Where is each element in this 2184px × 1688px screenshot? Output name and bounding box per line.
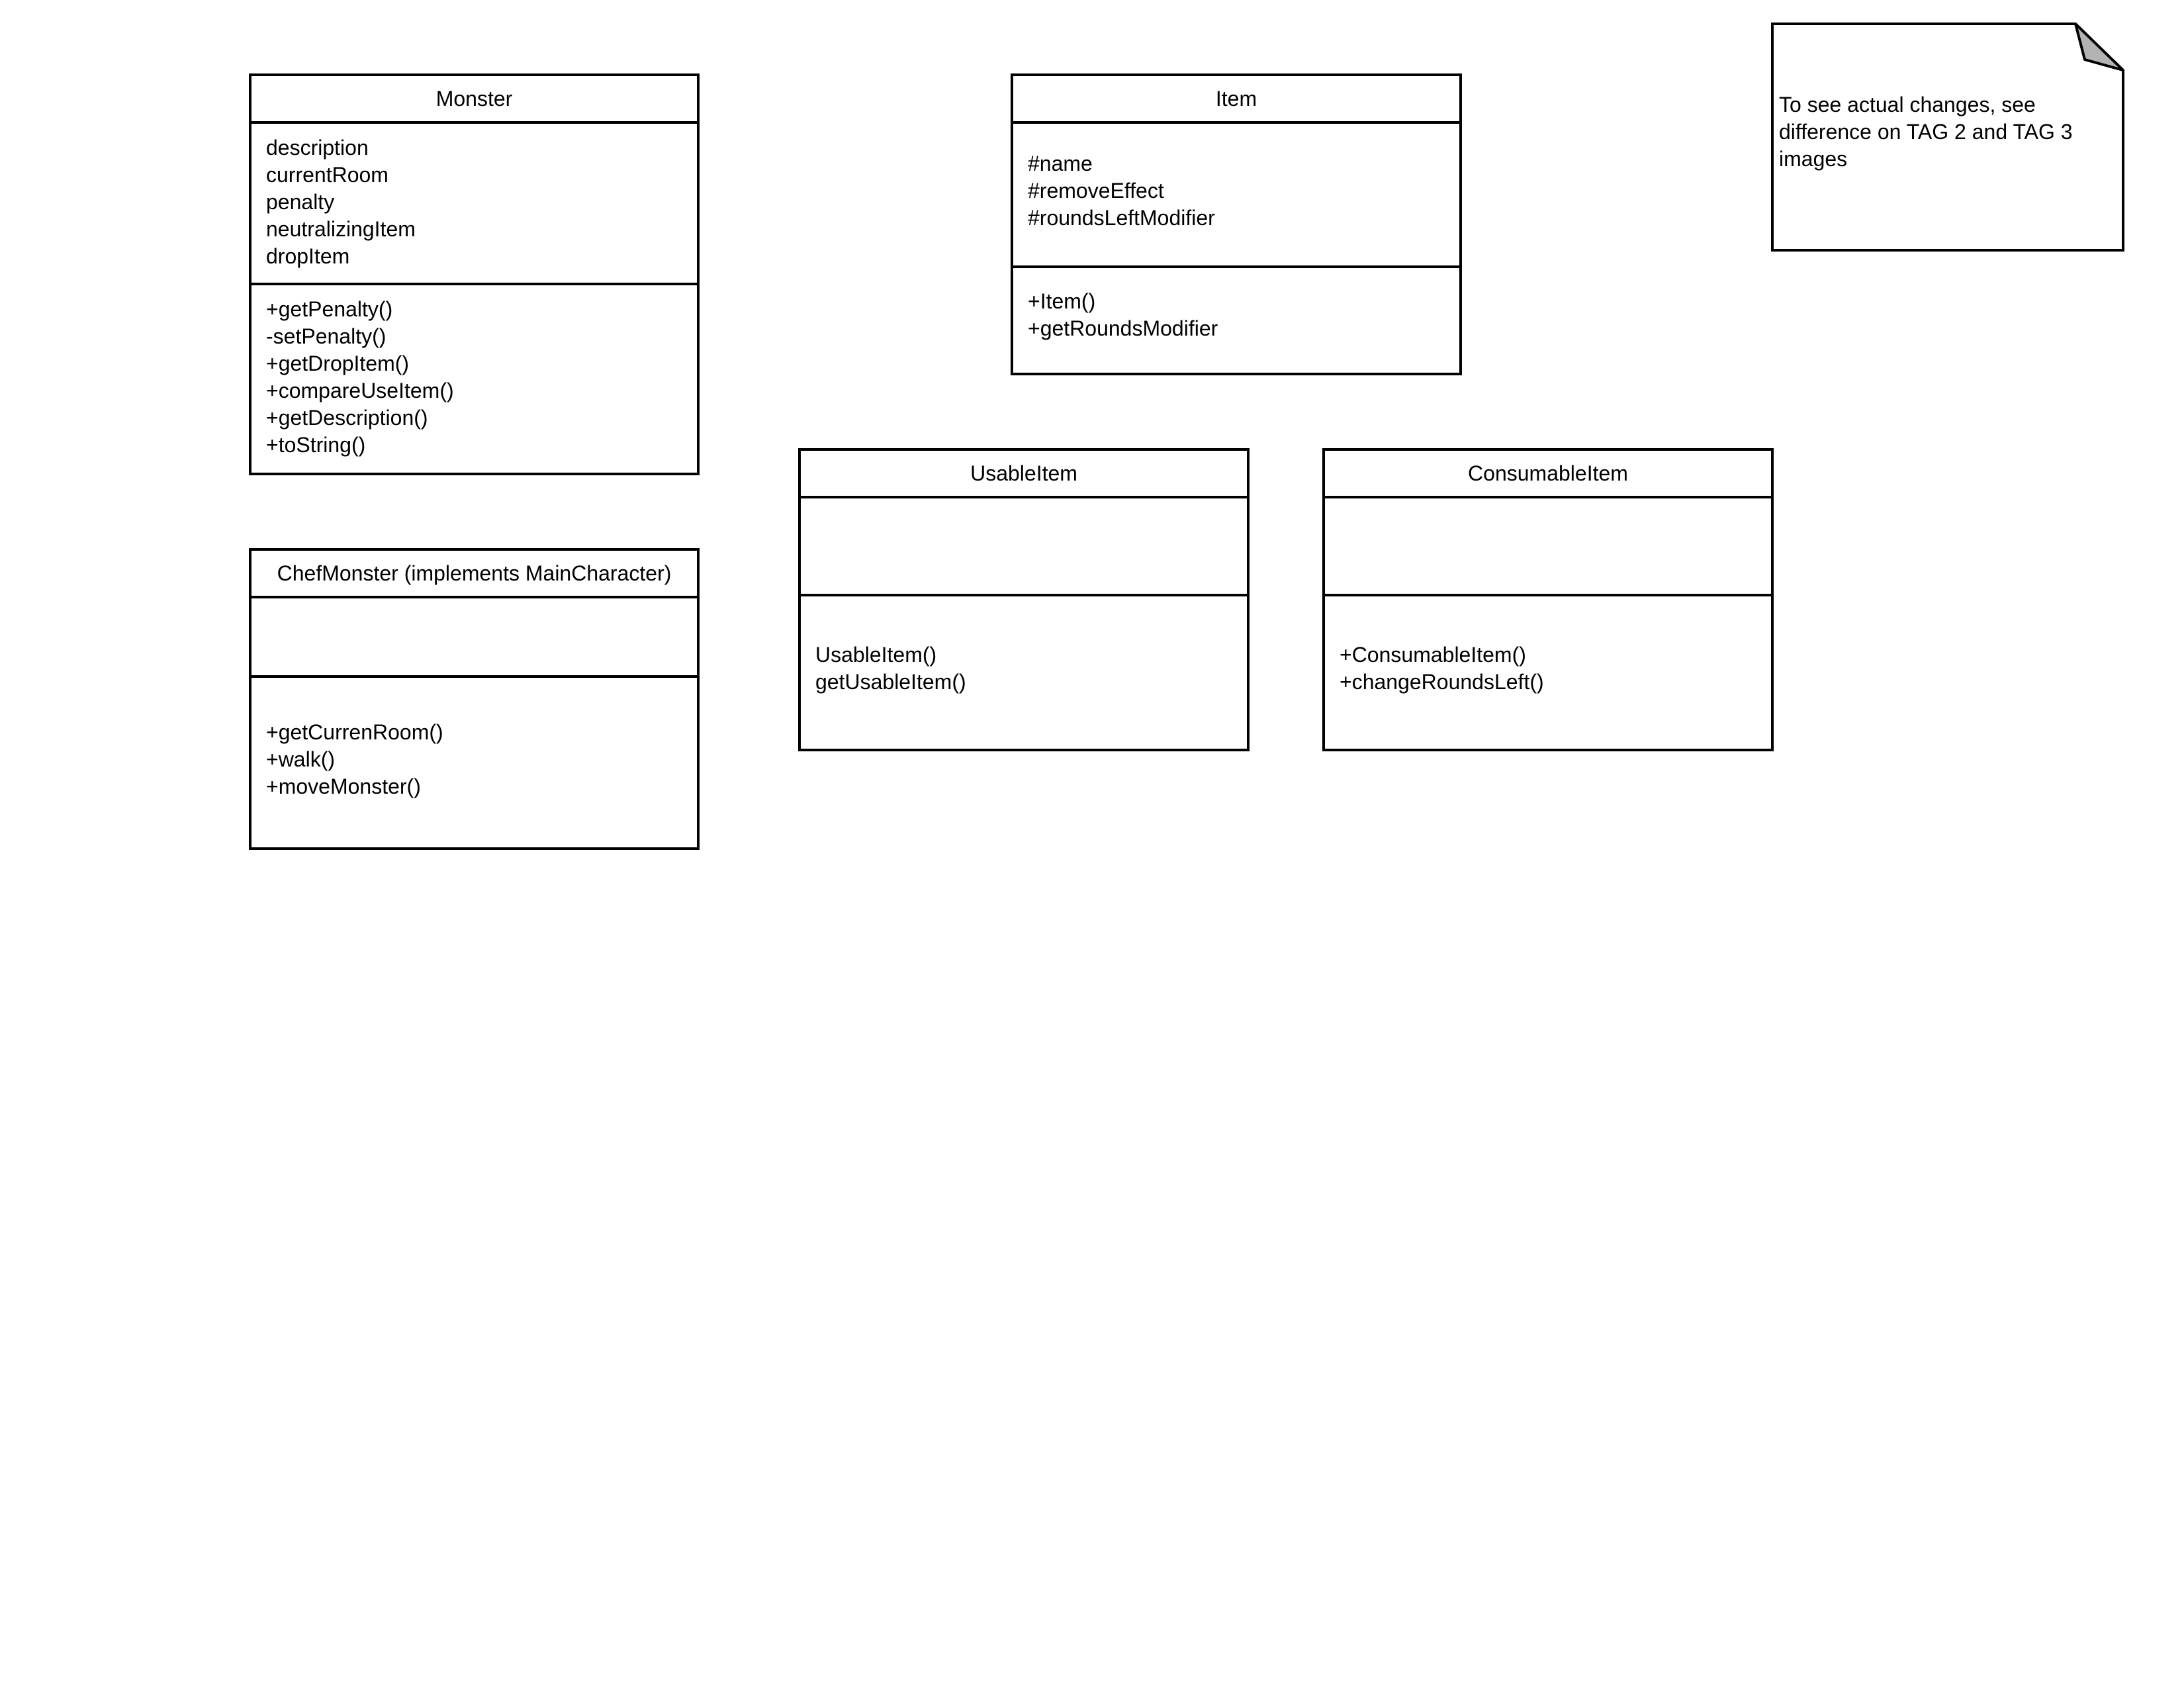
- attribute: penalty: [266, 190, 335, 214]
- attribute: dropItem: [266, 244, 350, 268]
- note[interactable]: To see actual changes, see difference on…: [1771, 23, 2126, 252]
- method: +getPenalty(): [266, 297, 393, 321]
- class-monster[interactable]: Monster description currentRoom penalty …: [249, 73, 700, 475]
- method: +compareUseItem(): [266, 379, 454, 402]
- class-name: Monster: [251, 76, 697, 124]
- attribute: neutralizingItem: [266, 217, 416, 241]
- attribute: #name: [1028, 152, 1093, 175]
- method: +toString(): [266, 433, 366, 457]
- attribute: description: [266, 136, 369, 160]
- method: +getCurrenRoom(): [266, 720, 443, 744]
- method: +getRoundsModifier: [1028, 316, 1218, 340]
- attributes-section: #name #removeEffect #roundsLeftModifier: [1013, 124, 1459, 268]
- method: +Item(): [1028, 289, 1096, 313]
- note-text: To see actual changes, see difference on…: [1779, 93, 2073, 171]
- methods-section: +getPenalty() -setPenalty() +getDropItem…: [251, 285, 697, 473]
- methods-section: +Item() +getRoundsModifier: [1013, 268, 1459, 373]
- methods-section: +ConsumableItem() +changeRoundsLeft(): [1325, 596, 1771, 749]
- attributes-section: [801, 498, 1247, 596]
- method: +ConsumableItem(): [1340, 643, 1526, 667]
- method: +moveMonster(): [266, 774, 421, 798]
- class-chef-monster[interactable]: ChefMonster (implements MainCharacter) +…: [249, 548, 700, 850]
- attributes-section: [1325, 498, 1771, 596]
- method: getUsableItem(): [815, 670, 966, 694]
- attribute: currentRoom: [266, 163, 388, 187]
- method: -setPenalty(): [266, 324, 387, 348]
- class-name: ChefMonster (implements MainCharacter): [251, 551, 697, 598]
- method: UsableItem(): [815, 643, 937, 667]
- attribute: #removeEffect: [1028, 179, 1164, 203]
- method: +getDescription(): [266, 406, 428, 430]
- class-name: Item: [1013, 76, 1459, 124]
- methods-section: UsableItem() getUsableItem(): [801, 596, 1247, 749]
- method: +getDropItem(): [266, 352, 410, 375]
- attributes-section: [251, 598, 697, 678]
- class-item[interactable]: Item #name #removeEffect #roundsLeftModi…: [1011, 73, 1462, 375]
- method: +changeRoundsLeft(): [1340, 670, 1544, 694]
- attributes-section: description currentRoom penalty neutrali…: [251, 124, 697, 285]
- class-name: ConsumableItem: [1325, 451, 1771, 498]
- class-usable-item[interactable]: UsableItem UsableItem() getUsableItem(): [798, 448, 1250, 751]
- attribute: #roundsLeftModifier: [1028, 206, 1215, 230]
- class-name: UsableItem: [801, 451, 1247, 498]
- class-consumable-item[interactable]: ConsumableItem +ConsumableItem() +change…: [1322, 448, 1774, 751]
- method: +walk(): [266, 747, 336, 771]
- methods-section: +getCurrenRoom() +walk() +moveMonster(): [251, 678, 697, 847]
